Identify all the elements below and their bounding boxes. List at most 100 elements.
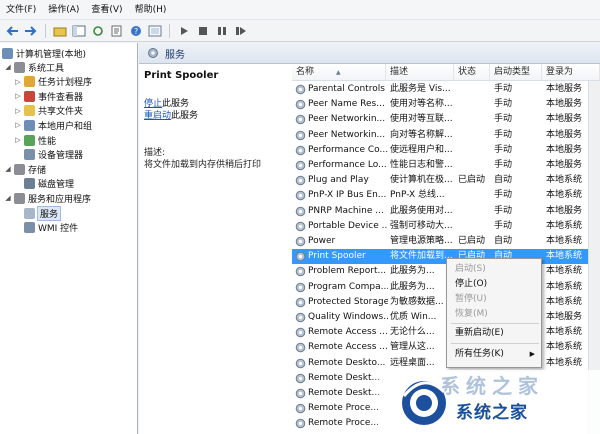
service-gear-icon	[295, 206, 306, 216]
tree-item[interactable]: ▷ 本地用户和组	[14, 118, 92, 132]
collapsed-arrow-icon[interactable]: ▷	[14, 78, 22, 86]
menu-stop[interactable]: 停止(O)	[455, 277, 539, 291]
tree-node-icon	[14, 61, 25, 73]
service-gear-icon	[295, 343, 306, 353]
back-icon[interactable]	[4, 23, 20, 39]
cell-name: Power	[308, 236, 336, 246]
tree-item[interactable]: 服务	[14, 205, 62, 221]
cell-name: PnP-X IP Bus En...	[308, 190, 387, 201]
service-row[interactable]: PNRP Machine ... 此服务使用对... 手动 本地服务	[292, 204, 600, 219]
cell-logon: 本地系统	[546, 220, 583, 231]
menu-restart[interactable]: 重新启动(E)	[455, 326, 539, 340]
cell-logon: 本地系统	[546, 296, 583, 307]
column-description[interactable]: 描述	[386, 64, 454, 81]
tree-item[interactable]: 磁盘管理	[14, 177, 74, 191]
restart-service-row: 重启动此服务	[144, 108, 198, 121]
service-row[interactable]: Peer Name Res... 使用对等名称... 手动 本地服务	[292, 97, 600, 112]
cell-status	[458, 204, 492, 219]
expanded-arrow-icon[interactable]: ◢	[4, 165, 12, 173]
toolbar-separator	[169, 23, 170, 38]
play-icon[interactable]	[176, 23, 192, 39]
menu-help[interactable]: 帮助(H)	[129, 0, 173, 20]
cell-status: 已启动	[458, 175, 486, 186]
cell-startup: 手动	[494, 99, 513, 110]
service-row[interactable]: Portable Device ... 强制可移动大... 手动 本地系统	[292, 219, 600, 234]
cell-status	[458, 188, 492, 203]
toolbar-separator	[45, 23, 46, 38]
tree-item[interactable]: ◢ 系统工具	[4, 60, 64, 74]
forward-icon[interactable]	[23, 23, 39, 39]
properties-icon[interactable]	[147, 23, 163, 39]
submenu-arrow-icon: ▶	[529, 350, 535, 358]
help-icon[interactable]: ?	[128, 23, 144, 39]
service-row[interactable]: PnP-X IP Bus En... PnP-X 总线... 手动 本地系统	[292, 188, 600, 203]
service-row[interactable]: Plug and Play 使计算机在极... 已启动 自动 本地系统	[292, 173, 600, 188]
service-gear-icon	[295, 312, 306, 323]
cell-status	[458, 219, 492, 234]
tree-item[interactable]: ▷ 性能	[14, 133, 56, 147]
service-gear-icon	[295, 84, 306, 95]
service-row[interactable]: Peer Networkin... 使用对等互联... 手动 本地服务	[292, 112, 600, 127]
collapsed-arrow-icon[interactable]: ▷	[14, 92, 22, 100]
menu-pause[interactable]: 暂停(U)	[455, 292, 539, 306]
cell-startup: 手动	[494, 190, 513, 201]
service-row[interactable]: Peer Networkin... 向对等名称解... 手动 本地服务	[292, 128, 600, 143]
cell-name: Remote Access ...	[308, 327, 388, 338]
menu-start[interactable]: 启动(S)	[455, 262, 539, 276]
up-icon[interactable]	[52, 23, 68, 39]
tree-item-label: 共享文件夹	[38, 107, 84, 118]
svg-text:?: ?	[134, 27, 138, 36]
tree-item[interactable]: ▷ 事件查看器	[14, 89, 83, 103]
expanded-arrow-icon[interactable]: ◢	[4, 63, 12, 71]
service-row[interactable]: Performance Co... 使远程用户和... 手动 本地服务	[292, 143, 600, 158]
cell-logon: 本地系统	[546, 327, 583, 338]
tree-root[interactable]: 计算机管理(本地)	[2, 46, 86, 60]
column-logon-as[interactable]: 登录为	[542, 64, 600, 81]
computer-icon	[2, 47, 13, 59]
service-row[interactable]: Power 管理电源策略... 已启动 自动 本地系统	[292, 234, 600, 249]
tree-item[interactable]: ▷ 任务计划程序	[14, 75, 92, 89]
menu-file[interactable]: 文件(F)	[0, 0, 42, 20]
refresh-icon[interactable]	[90, 23, 106, 39]
service-gear-icon	[295, 221, 306, 232]
console-tree: 计算机管理(本地) ◢ 系统工具 ▷ 任务计划程序 ▷ 事件查看器 ▷ 共享文件夹 ▷ 本地用户和…	[0, 43, 138, 434]
collapsed-arrow-icon[interactable]: ▷	[14, 107, 22, 115]
column-status[interactable]: 状态	[454, 64, 490, 81]
column-name[interactable]: 名称 ▲	[292, 64, 386, 81]
menu-resume[interactable]: 恢复(M)	[455, 307, 539, 321]
show-tree-icon[interactable]	[71, 23, 87, 39]
service-gear-icon	[295, 297, 306, 308]
column-startup-type[interactable]: 启动类型	[490, 64, 542, 81]
tree-item[interactable]: ▷ 共享文件夹	[14, 104, 83, 118]
stop-icon[interactable]	[195, 23, 211, 39]
cell-startup: 自动	[494, 236, 513, 246]
menu-view[interactable]: 查看(V)	[85, 0, 128, 20]
restart-icon[interactable]	[233, 23, 249, 39]
cell-name: Remote Access ...	[308, 342, 388, 353]
collapsed-arrow-icon[interactable]: ▷	[14, 121, 22, 129]
cell-logon: 本地服务	[546, 312, 583, 322]
service-gear-icon	[295, 251, 306, 262]
menu-action[interactable]: 操作(A)	[42, 0, 85, 20]
cell-logon: 本地系统	[546, 281, 583, 292]
cell-name: Peer Name Res...	[308, 99, 385, 110]
service-row[interactable]: Performance Lo... 性能日志和警... 手动 本地服务	[292, 158, 600, 173]
cell-desc: 使用对等名称...	[390, 99, 453, 110]
pause-icon[interactable]	[214, 23, 230, 39]
context-menu: 启动(S) 停止(O) 暂停(U) 恢复(M) 重新启动(E) 所有任务(K) …	[446, 258, 542, 368]
restart-service-link[interactable]: 重启动	[144, 111, 171, 121]
tree-item[interactable]: ◢ 服务和应用程序	[4, 191, 91, 205]
service-row[interactable]: Parental Controls 此服务是 Vis... 手动 本地服务	[292, 82, 600, 97]
cell-startup: 手动	[494, 84, 513, 94]
tree-item[interactable]: WMI 控件	[14, 221, 78, 235]
menu-all-tasks[interactable]: 所有任务(K) ▶	[455, 347, 539, 361]
cell-logon: 本地服务	[546, 205, 583, 216]
expanded-arrow-icon[interactable]: ◢	[4, 194, 12, 202]
tree-item[interactable]: ◢ 存储	[4, 162, 46, 176]
tree-item[interactable]: 设备管理器	[14, 148, 83, 162]
cell-name: Performance Co...	[308, 144, 388, 155]
collapsed-arrow-icon[interactable]: ▷	[14, 136, 22, 144]
tree-node-icon	[14, 163, 25, 175]
cell-desc: 使计算机在极...	[390, 175, 453, 186]
export-icon[interactable]	[109, 23, 125, 39]
